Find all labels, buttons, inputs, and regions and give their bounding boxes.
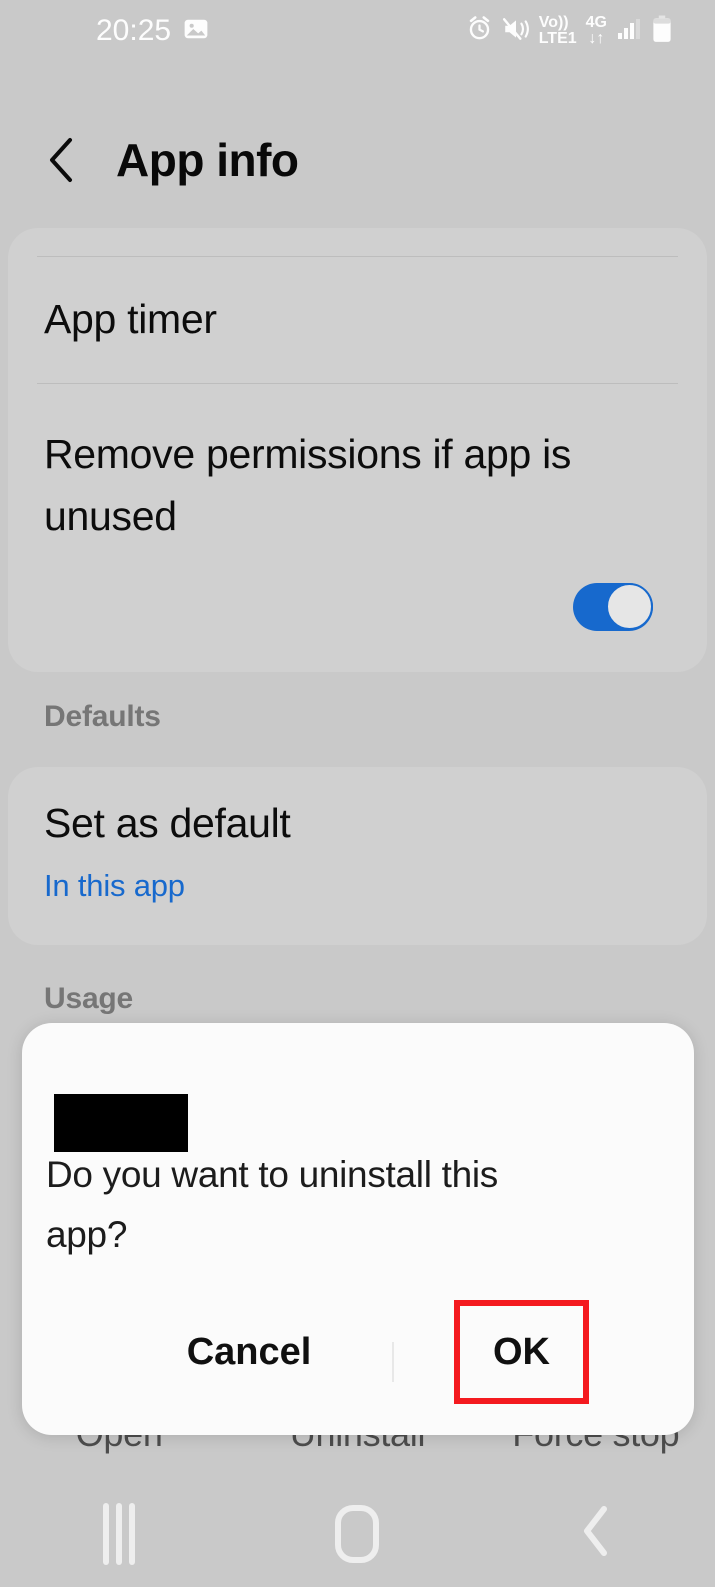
network-type-label: 4G xyxy=(586,15,607,31)
signal-bars-icon xyxy=(616,16,642,47)
dialog-message: Do you want to uninstall this app? xyxy=(46,1145,586,1266)
status-time: 20:25 xyxy=(96,14,171,48)
back-icon xyxy=(579,1503,613,1564)
dialog-title-redaction xyxy=(54,1094,188,1152)
volte-bottom-label: LTE1 xyxy=(539,31,577,47)
dialog-button-divider xyxy=(392,1342,394,1382)
ok-button[interactable]: OK xyxy=(454,1300,589,1404)
volte-icon: Vo)) LTE1 xyxy=(539,15,577,47)
mute-vibrate-icon xyxy=(502,16,530,47)
volte-top-label: Vo)) xyxy=(539,15,569,31)
row-app-timer[interactable]: App timer xyxy=(44,296,217,343)
alarm-icon xyxy=(466,15,493,47)
remove-permissions-toggle[interactable] xyxy=(573,583,653,631)
system-nav-bar xyxy=(0,1480,715,1587)
toggle-knob xyxy=(606,583,653,630)
back-button[interactable] xyxy=(44,137,78,183)
page-title: App info xyxy=(116,133,299,187)
row-set-as-default[interactable]: Set as default xyxy=(44,800,291,847)
row-remove-permissions[interactable]: Remove permissions if app is unused xyxy=(44,424,624,547)
nav-recents-button[interactable] xyxy=(0,1480,238,1587)
row-set-as-default-subtitle[interactable]: In this app xyxy=(44,868,185,904)
section-header-defaults: Defaults xyxy=(44,700,161,734)
nav-back-button[interactable] xyxy=(477,1480,715,1587)
network-4g-icon: 4G ↓↑ xyxy=(586,15,607,47)
recents-icon xyxy=(103,1503,135,1565)
settings-card-defaults[interactable] xyxy=(8,767,707,945)
status-bar-right: Vo)) LTE1 4G ↓↑ xyxy=(466,0,673,62)
nav-home-button[interactable] xyxy=(238,1480,476,1587)
app-bar: App info xyxy=(0,110,715,210)
divider-top xyxy=(37,256,678,257)
cancel-button[interactable]: Cancel xyxy=(134,1300,364,1404)
image-icon xyxy=(183,16,209,47)
status-bar: 20:25 xyxy=(0,0,715,62)
battery-icon xyxy=(651,15,673,48)
status-bar-left: 20:25 xyxy=(96,14,209,48)
section-header-usage: Usage xyxy=(44,982,133,1016)
network-arrows-label: ↓↑ xyxy=(588,31,604,47)
divider-middle xyxy=(37,383,678,384)
dialog-button-row: Cancel OK xyxy=(22,1300,694,1410)
home-icon xyxy=(335,1505,379,1563)
phone-screen: 20:25 xyxy=(0,0,715,1587)
